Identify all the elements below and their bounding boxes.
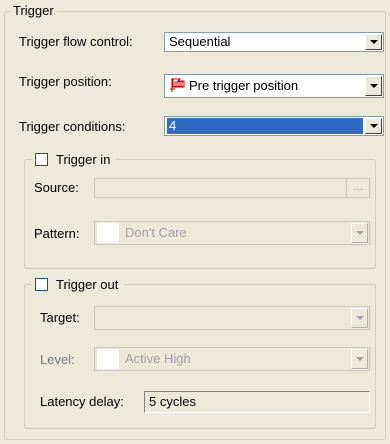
trigger-conditions-value: 4	[167, 118, 363, 134]
trigger-flow-control-dropdown-button[interactable]	[365, 34, 382, 50]
trigger-group-title: Trigger	[10, 3, 57, 18]
target-select[interactable]	[94, 306, 370, 330]
trigger-flow-control-value: Sequential	[169, 34, 231, 49]
trigger-out-header: Trigger out	[32, 277, 125, 292]
chevron-down-icon	[355, 316, 364, 320]
chevron-down-icon	[355, 231, 364, 235]
latency-delay-field: 5 cycles	[144, 391, 370, 413]
trigger-position-value: Pre trigger position	[189, 78, 299, 93]
level-swatch	[97, 349, 120, 369]
pattern-select[interactable]: Don't Care	[94, 221, 370, 245]
latency-delay-label: Latency delay:	[40, 394, 124, 409]
trigger-position-select[interactable]: Pre trigger position	[164, 74, 384, 98]
trigger-in-checkbox[interactable]	[35, 153, 48, 166]
trigger-position-dropdown-button[interactable]	[365, 76, 382, 96]
trigger-in-title: Trigger in	[56, 152, 111, 167]
level-select[interactable]: Active High	[94, 347, 370, 371]
pattern-swatch	[97, 223, 120, 243]
chevron-down-icon	[369, 84, 378, 88]
trigger-flag-icon	[170, 77, 188, 96]
trigger-conditions-label: Trigger conditions:	[19, 119, 126, 134]
latency-delay-value: 5 cycles	[149, 394, 196, 409]
pattern-dropdown-button[interactable]	[351, 223, 368, 243]
level-label: Level:	[40, 352, 75, 367]
source-input[interactable]	[94, 178, 350, 198]
level-dropdown-button[interactable]	[351, 349, 368, 369]
source-label: Source:	[34, 180, 79, 195]
trigger-flow-control-label: Trigger flow control:	[19, 34, 133, 49]
pattern-label: Pattern:	[34, 226, 80, 241]
target-dropdown-button[interactable]	[351, 308, 368, 328]
chevron-down-icon	[369, 124, 378, 128]
trigger-conditions-dropdown-button[interactable]	[365, 118, 382, 134]
trigger-position-label: Trigger position:	[19, 74, 112, 89]
pattern-value: Don't Care	[125, 225, 187, 240]
trigger-flow-control-select[interactable]: Sequential	[164, 32, 384, 52]
trigger-conditions-select[interactable]: 4	[164, 116, 384, 136]
trigger-in-header: Trigger in	[32, 152, 117, 167]
trigger-in-groupbox	[24, 159, 376, 269]
chevron-down-icon	[355, 357, 364, 361]
chevron-down-icon	[369, 40, 378, 44]
trigger-out-checkbox[interactable]	[35, 278, 48, 291]
target-label: Target:	[40, 310, 80, 325]
trigger-out-title: Trigger out	[56, 277, 119, 292]
level-value: Active High	[125, 351, 191, 366]
source-browse-button[interactable]: ...	[346, 178, 370, 198]
